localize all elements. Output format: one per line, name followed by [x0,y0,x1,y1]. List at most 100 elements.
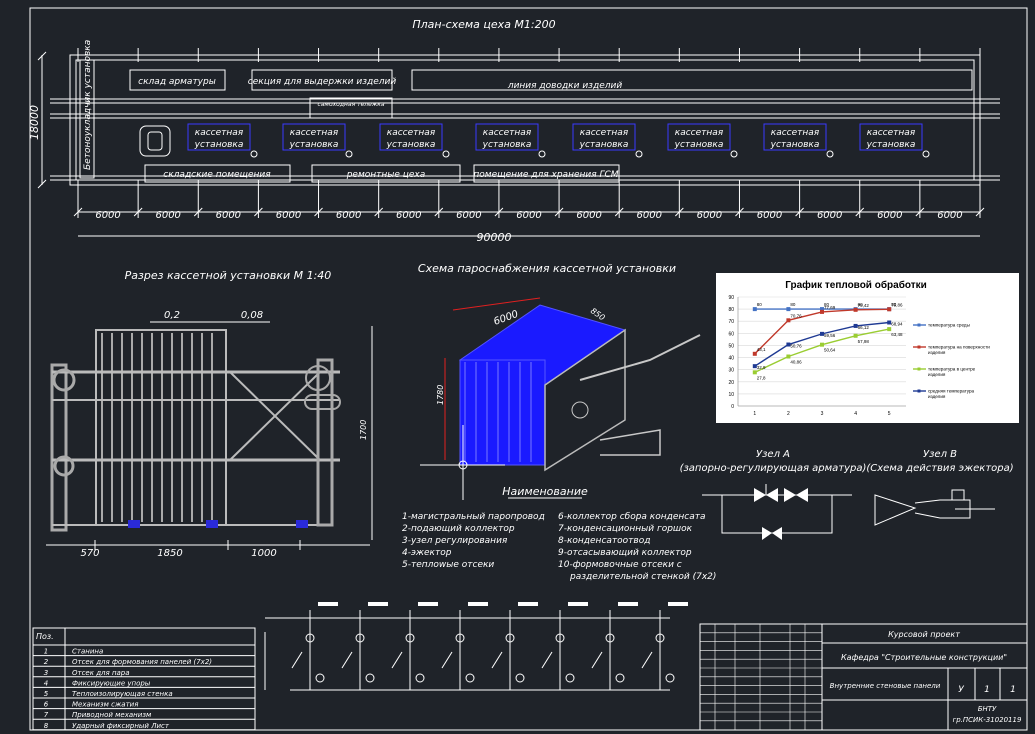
legend-item: 9-отсасывающий коллектор [558,548,692,558]
tb-project: Курсовой проект [888,630,960,639]
bay-dimension: 6000 [216,210,241,221]
legend-item: 10-формовочные отсеки с [558,560,682,570]
spec-row-name: Ударный фиксирный Лист [72,722,170,730]
bay-dimension: 6000 [456,210,481,221]
heat-treatment-chart: График тепловой обработки 0 10 20 30 40 50 60 7… [716,273,1019,423]
svg-text:склад арматуры: склад арматуры [138,77,216,87]
svg-text:секция для выдержки изделий: секция для выдержки изделий [248,77,397,87]
tb-group: гр.ПСИК-31020119 [953,716,1022,724]
bay-dimension: 6000 [637,210,662,221]
tb-sheets: 1 [1010,685,1016,695]
data-label: 59,56 [824,333,836,338]
section-dim-top-1: 0,2 [164,310,180,321]
y-tick-label: 40 [728,356,734,362]
tb-stage: У [958,685,964,695]
bay-dimension: 6000 [155,210,180,221]
cassette-label: установка [866,140,916,150]
spec-row-pos: 2 [44,658,49,666]
x-tick-label: 1 [753,411,756,417]
zone-finishing-line [411,69,973,91]
cassette-label: кассетная [483,128,532,138]
spec-row-pos: 8 [44,722,49,730]
x-tick-label: 5 [888,411,891,417]
series-point [752,307,757,312]
bay-dimension: 6000 [817,210,842,221]
y-tick-label: 90 [728,295,734,301]
bay-dimension: 6000 [95,210,120,221]
svg-text:самоходная тележка: самоходная тележка [317,101,384,108]
cassette-unit: кассетная установка [763,123,834,158]
chart-title: График тепловой обработки [785,279,927,291]
spec-row-name: Отсек для пара [72,669,130,677]
steam-dim-height: 1780 [436,385,445,405]
node-a: Узел А (запорно-регулирующая арматура) [680,449,867,540]
cassette-label: установка [482,140,532,150]
legend-entry: температура среды [928,323,970,328]
legend-item: 8-конденсатоотвод [558,536,650,546]
section-dim-height: 1700 [359,420,368,440]
series-point [853,307,858,312]
bay-dimension: 6000 [336,210,361,221]
legend-title: Наименование [502,485,588,498]
x-tick-label: 2 [787,411,790,417]
data-label: 43,1 [757,347,766,352]
series-point [752,370,757,375]
piping-scheme [264,602,688,691]
series-point [887,307,892,312]
svg-text:Узел А: Узел А [756,449,790,460]
spec-row-name: Станина [72,648,103,656]
spec-row-pos: 5 [44,690,49,698]
spec-row-pos: 6 [44,701,49,709]
cassette-label: установка [674,140,724,150]
section-dim-top-2: 0,08 [241,310,263,321]
steam-scheme: Схема пароснабжения кассетной установки … [418,262,701,500]
legend-item: 7-конденсационный горшок [558,524,693,534]
cassette-label: кассетная [675,128,724,138]
cassette-label: установка [386,140,436,150]
title-block: Курсовой проект Кафедра "Строительные ко… [699,623,1028,731]
section-view: Разрез кассетной установки М 1:40 570 18… [46,269,373,559]
section-dim-2: 1850 [157,548,182,559]
spec-row-name: Механизм сжатия [72,701,138,709]
bay-dimension: 6000 [697,210,722,221]
cassette-label: установка [579,140,629,150]
spec-row-name: Фиксирующие упоры [72,679,151,687]
data-label: 63,48 [891,332,903,337]
spec-row-pos: 7 [44,711,49,719]
cassette-label: установка [289,140,339,150]
y-tick-label: 10 [728,392,734,398]
legend-item: 4-эжектор [402,548,452,558]
cassette-label: установка [770,140,820,150]
bay-dimension: 6000 [276,210,301,221]
svg-text:помещение для хранения ГСМ: помещение для хранения ГСМ [473,170,618,180]
plan-layout: План-схема цеха М1:200 склад арматуры се… [28,18,1000,244]
y-tick-label: 0 [731,404,734,410]
bay-dimension: 6000 [877,210,902,221]
cassette-label: кассетная [387,128,436,138]
tb-drawing: Внутренние стеновые панели [830,682,941,690]
series-point [786,307,791,312]
svg-text:(Схема действия эжектора): (Схема действия эжектора) [866,463,1013,474]
svg-text:(запорно-регулирующая арматура: (запорно-регулирующая арматура) [680,463,867,474]
legend-entry: температура в центре [928,367,976,372]
plan-title: План-схема цеха М1:200 [412,18,555,31]
chart-svg: График тепловой обработки 0 10 20 30 40 50 60 7… [728,279,990,417]
plan-height-dimension: 18000 [28,105,41,140]
data-label: 57,98 [858,339,870,344]
x-tick-label: 3 [821,411,824,417]
cassette-label: кассетная [290,128,339,138]
cassette-unit: кассетная установка [379,123,450,158]
spec-table: Поз. 1 Станина 2 Отсек для формования панел… [32,627,256,731]
series-point [786,318,791,323]
section-dim-1: 570 [80,548,99,559]
cassette-unit: кассетная установка [572,123,643,158]
cassette-unit: кассетная установка [859,123,930,158]
data-label: 40,86 [790,360,802,365]
spec-row-name: Отсек для формования панелей (7х2) [72,658,212,666]
data-label: 80 [790,302,796,307]
bay-dimension: 6000 [937,210,962,221]
y-tick-label: 20 [728,380,734,386]
spec-row-name: Приводной механизм [72,711,152,719]
legend-entry: температура на поверхности [928,345,990,350]
section-title: Разрез кассетной установки М 1:40 [125,269,332,282]
